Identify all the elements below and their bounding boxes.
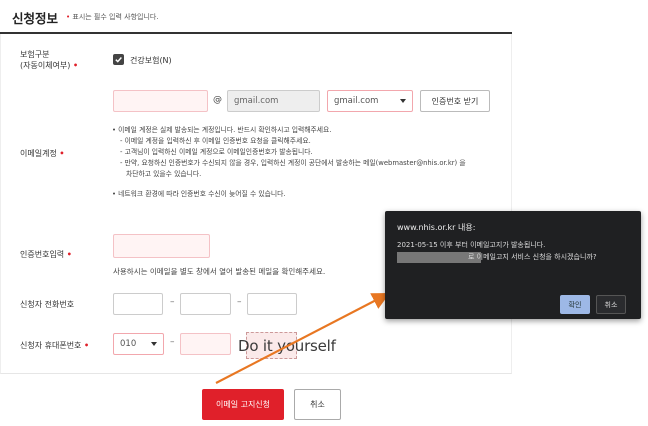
form-frame — [0, 34, 512, 374]
submit-email-notice-button[interactable]: 이메일 고지신청 — [202, 389, 284, 420]
email-note: 차단하고 있을수 있습니다. — [126, 170, 202, 178]
cancel-button[interactable]: 취소 — [294, 389, 341, 420]
dialog-message-line1: 2021-05-15 이후 부터 이메일고지가 발송됩니다. — [397, 241, 546, 249]
dialog-ok-button[interactable]: 확인 — [560, 295, 590, 314]
phone-part1-input[interactable] — [113, 293, 163, 315]
chevron-down-icon — [151, 342, 157, 346]
phone-dash: – — [237, 297, 242, 307]
insurance-checkbox[interactable] — [113, 54, 124, 65]
check-icon — [115, 57, 122, 63]
insurance-label-line2: (자동이체여부) — [20, 61, 71, 70]
required-star: • — [72, 61, 79, 70]
request-auth-button[interactable]: 인증번호 받기 — [420, 90, 490, 112]
required-note-text: 표시는 필수 입력 사항입니다. — [72, 13, 159, 21]
dialog-message-line2: 로 이메일고지 서비스 신청을 하시겠습니까? — [468, 253, 597, 261]
phone-part3-input[interactable] — [247, 293, 297, 315]
mobile-label: 신청자 휴대폰번호 • — [20, 340, 89, 351]
insurance-label-line1: 보험구분 — [20, 50, 50, 59]
email-note: - 고객님이 입력하신 이메일 계정으로 이메일인증번호가 발송됩니다. — [120, 148, 313, 156]
email-note: • 네트워크 환경에 따라 인증번호 수신이 늦어질 수 있습니다. — [112, 190, 286, 198]
insurance-label: 보험구분 (자동이체여부) • — [20, 49, 78, 71]
email-label-text: 이메일계정 — [20, 149, 57, 158]
email-note: - 이메일 계정을 입력하신 후 이메일 인증번호 요청을 클릭해주세요. — [120, 137, 311, 145]
phone-dash: – — [170, 297, 175, 307]
mobile-prefix-select[interactable]: 010 — [113, 333, 164, 355]
auth-label: 인증번호입력 • — [20, 249, 72, 260]
email-note: - 만약, 요청하신 인증번호가 수신되지 않을 경우, 입력하신 계정이 공단… — [120, 159, 466, 167]
mobile-dash: – — [170, 337, 175, 347]
chevron-down-icon — [400, 99, 406, 103]
phone-label: 신청자 전화번호 — [20, 300, 75, 309]
email-label: 이메일계정 • — [20, 148, 64, 159]
insurance-option-label: 건강보험(N) — [130, 56, 172, 65]
auth-hint: 사용하시는 이메일을 별도 창에서 열어 발송된 메일을 확인해주세요. — [113, 267, 326, 276]
mobile-label-text: 신청자 휴대폰번호 — [20, 341, 82, 350]
confirm-dialog: www.nhis.or.kr 내용: 2021-05-15 이후 부터 이메일고… — [385, 211, 641, 319]
email-note: • 이메일 계정은 실제 발송되는 계정입니다. 반드시 확인하시고 입력해주세… — [112, 126, 332, 134]
auth-code-input[interactable] — [113, 234, 210, 258]
dialog-cancel-button[interactable]: 취소 — [596, 295, 626, 314]
required-mark: • — [66, 13, 71, 21]
dialog-title: www.nhis.or.kr 내용: — [397, 223, 476, 232]
required-star: • — [66, 250, 72, 259]
phone-part2-input[interactable] — [180, 293, 231, 315]
required-note: • 표시는 필수 입력 사항입니다. — [66, 12, 159, 22]
do-it-yourself-overlay: Do it yourself — [238, 337, 336, 355]
email-notes: • 이메일 계정은 실제 발송되는 계정입니다. 반드시 확인하시고 입력해주세… — [112, 125, 512, 200]
auth-label-text: 인증번호입력 — [20, 250, 65, 259]
required-star: • — [83, 341, 90, 350]
email-domain-select-value: gmail.com — [334, 96, 379, 106]
section-title: 신청정보 — [12, 11, 59, 26]
email-local-input[interactable] — [113, 90, 208, 112]
email-domain-input[interactable]: gmail.com — [227, 90, 320, 112]
email-domain-select[interactable]: gmail.com — [327, 90, 413, 112]
required-star: • — [59, 149, 65, 158]
mobile-part2-input[interactable] — [180, 333, 231, 355]
mobile-prefix-value: 010 — [120, 339, 137, 349]
at-symbol: @ — [213, 95, 222, 105]
